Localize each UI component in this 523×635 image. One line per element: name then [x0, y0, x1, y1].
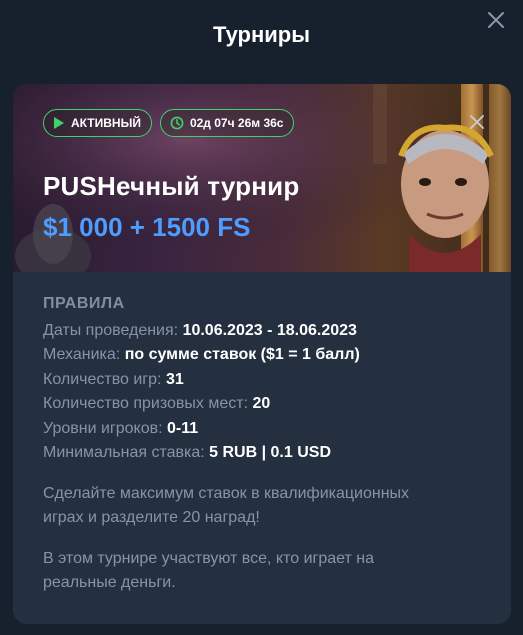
clock-icon	[170, 116, 184, 130]
rule-games-count: Количество игр: 31	[43, 368, 493, 392]
rule-min-bet: Минимальная ставка: 5 RUB | 0.1 USD	[43, 441, 493, 465]
status-label: АКТИВНЫЙ	[71, 116, 141, 130]
rule-mechanics: Механика: по сумме ставок ($1 = 1 балл)	[43, 343, 493, 367]
rule-player-levels: Уровни игроков: 0-11	[43, 417, 493, 441]
tournament-card: АКТИВНЫЙ 02д 07ч 26м 36с PUSHечный турни…	[13, 84, 511, 624]
rule-value: по сумме ставок ($1 = 1 балл)	[124, 346, 360, 364]
status-badge: АКТИВНЫЙ	[43, 109, 152, 137]
rule-label: Даты проведения:	[43, 322, 179, 339]
timer-label: 02д 07ч 26м 36с	[189, 116, 284, 130]
rule-label: Минимальная ставка:	[43, 444, 205, 462]
close-icon[interactable]	[487, 11, 505, 29]
modal-title: Турниры	[212, 22, 311, 47]
rule-value: 20	[252, 395, 271, 413]
tournament-prize: $1 000 + 1500 FS	[43, 212, 251, 242]
rule-label: Количество призовых мест:	[43, 395, 249, 413]
rule-value: 5 RUB | 0.1 USD	[209, 444, 331, 462]
rule-label: Количество игр:	[43, 370, 162, 388]
rule-value: 0-11	[167, 419, 199, 437]
rules-description: Сделайте максимум ставок в квалификацион…	[43, 485, 410, 527]
banner-close-icon[interactable]	[469, 114, 485, 130]
tournament-name: PUSHечный турнир	[43, 171, 300, 201]
play-icon	[54, 117, 64, 129]
rule-label: Уровни игроков:	[43, 419, 163, 437]
rule-dates: Даты проведения: 10.06.2023 - 18.06.2023	[43, 319, 493, 343]
tournament-banner: АКТИВНЫЙ 02д 07ч 26м 36с PUSHечный турни…	[13, 84, 511, 272]
rules-participation-note: В этом турнире участвуют все, кто играет…	[43, 550, 375, 592]
rule-label: Механика:	[43, 346, 121, 364]
rules-heading: ПРАВИЛА	[43, 295, 125, 312]
rules-section: ПРАВИЛА Даты проведения: 10.06.2023 - 18…	[43, 295, 493, 595]
rule-prize-places: Количество призовых мест: 20	[43, 392, 493, 416]
timer-badge: 02д 07ч 26м 36с	[159, 109, 295, 137]
rule-value: 10.06.2023 - 18.06.2023	[182, 322, 357, 339]
rule-value: 31	[165, 370, 184, 388]
